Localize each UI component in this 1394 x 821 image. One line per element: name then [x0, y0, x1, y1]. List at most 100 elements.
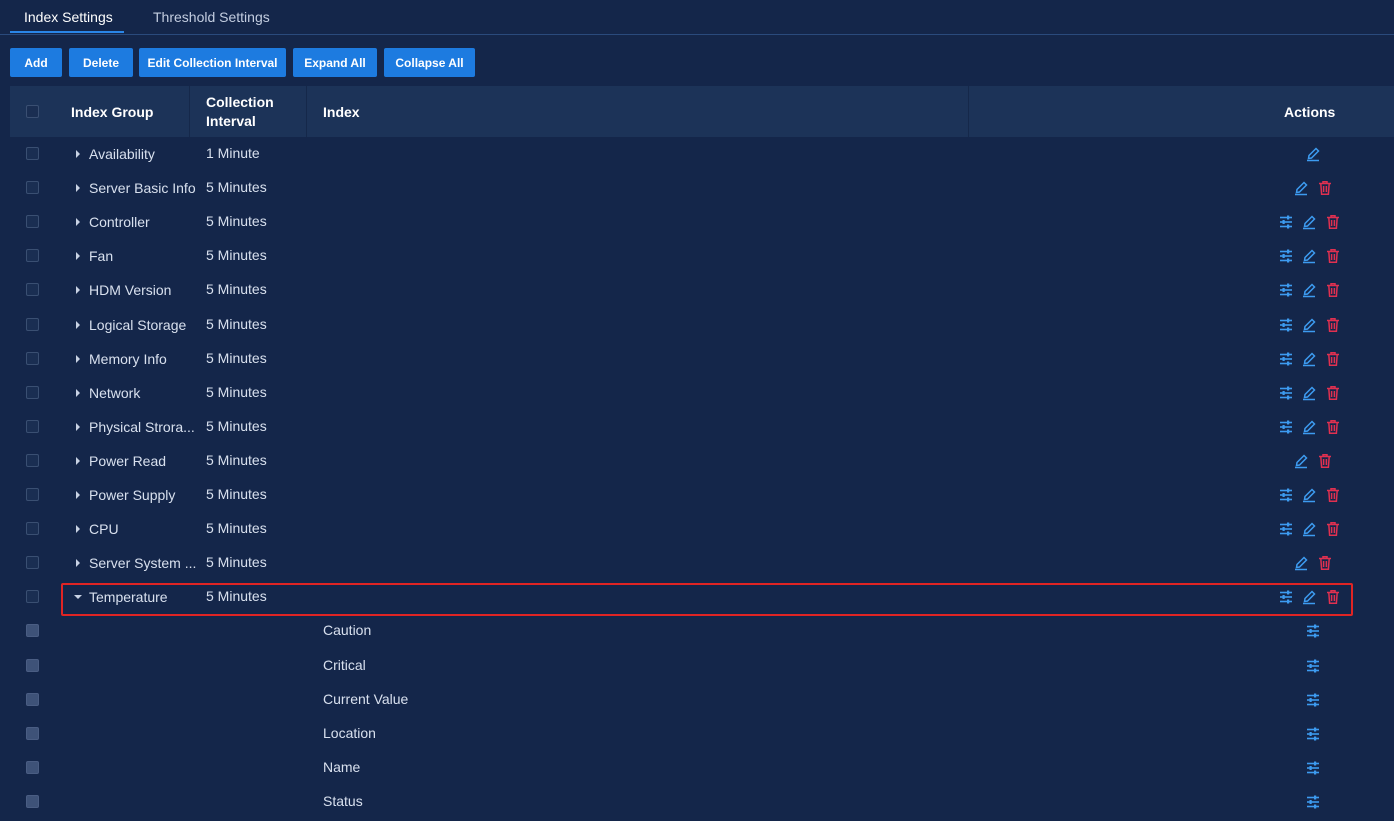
settings-sliders-icon[interactable] — [1278, 248, 1294, 264]
table-row[interactable]: Logical Storage 5 Minutes — [10, 308, 1394, 342]
delete-trash-icon[interactable] — [1325, 214, 1341, 230]
settings-sliders-icon[interactable] — [1305, 760, 1321, 776]
row-checkbox[interactable] — [26, 385, 39, 399]
delete-trash-icon[interactable] — [1317, 180, 1333, 196]
row-checkbox[interactable] — [26, 794, 39, 808]
table-row[interactable]: Network 5 Minutes — [10, 376, 1394, 410]
delete-trash-icon[interactable] — [1325, 282, 1341, 298]
edit-pencil-icon[interactable] — [1305, 146, 1321, 162]
edit-pencil-icon[interactable] — [1301, 385, 1317, 401]
child-index-row[interactable]: Name — [10, 751, 1394, 785]
row-checkbox[interactable] — [26, 658, 39, 672]
row-checkbox[interactable] — [26, 317, 39, 331]
settings-sliders-icon[interactable] — [1278, 419, 1294, 435]
expand-caret-icon[interactable] — [76, 252, 80, 261]
table-row[interactable]: Availability 1 Minute — [10, 137, 1394, 171]
expand-caret-icon[interactable] — [76, 218, 80, 227]
settings-sliders-icon[interactable] — [1278, 589, 1294, 605]
settings-sliders-icon[interactable] — [1278, 385, 1294, 401]
settings-sliders-icon[interactable] — [1305, 794, 1321, 810]
collapse-all-button[interactable]: Collapse All — [384, 48, 475, 77]
edit-collection-interval-button[interactable]: Edit Collection Interval — [139, 48, 286, 77]
expand-all-button[interactable]: Expand All — [293, 48, 377, 77]
settings-sliders-icon[interactable] — [1305, 658, 1321, 674]
delete-trash-icon[interactable] — [1325, 385, 1341, 401]
settings-sliders-icon[interactable] — [1278, 521, 1294, 537]
edit-pencil-icon[interactable] — [1301, 317, 1317, 333]
delete-trash-icon[interactable] — [1317, 555, 1333, 571]
row-checkbox[interactable] — [26, 419, 39, 433]
table-row[interactable]: Power Supply 5 Minutes — [10, 478, 1394, 512]
edit-pencil-icon[interactable] — [1293, 180, 1309, 196]
table-row[interactable]: Fan 5 Minutes — [10, 239, 1394, 273]
tab-index-settings[interactable]: Index Settings — [24, 9, 113, 25]
settings-sliders-icon[interactable] — [1305, 726, 1321, 742]
table-row[interactable]: CPU 5 Minutes — [10, 512, 1394, 546]
settings-sliders-icon[interactable] — [1278, 487, 1294, 503]
table-row[interactable]: Server Basic Info 5 Minutes — [10, 171, 1394, 205]
settings-sliders-icon[interactable] — [1278, 282, 1294, 298]
child-index-row[interactable]: Status — [10, 785, 1394, 819]
delete-trash-icon[interactable] — [1325, 419, 1341, 435]
select-all-checkbox[interactable] — [26, 105, 39, 118]
child-index-row[interactable]: Critical — [10, 649, 1394, 683]
tab-threshold-settings[interactable]: Threshold Settings — [153, 9, 270, 25]
edit-pencil-icon[interactable] — [1301, 248, 1317, 264]
edit-pencil-icon[interactable] — [1301, 419, 1317, 435]
delete-button[interactable]: Delete — [69, 48, 133, 77]
edit-pencil-icon[interactable] — [1301, 521, 1317, 537]
child-index-row[interactable]: Caution — [10, 614, 1394, 648]
delete-trash-icon[interactable] — [1325, 317, 1341, 333]
child-index-row[interactable]: Location — [10, 717, 1394, 751]
row-checkbox[interactable] — [26, 726, 39, 740]
add-button[interactable]: Add — [10, 48, 62, 77]
edit-pencil-icon[interactable] — [1301, 282, 1317, 298]
table-row[interactable]: Physical Strora... 5 Minutes — [10, 410, 1394, 444]
delete-trash-icon[interactable] — [1325, 521, 1341, 537]
expand-caret-icon[interactable] — [76, 354, 80, 363]
edit-pencil-icon[interactable] — [1293, 555, 1309, 571]
column-header-index[interactable]: Index — [323, 86, 360, 137]
expand-caret-icon[interactable] — [76, 456, 80, 465]
delete-trash-icon[interactable] — [1325, 248, 1341, 264]
table-row[interactable]: Memory Info 5 Minutes — [10, 342, 1394, 376]
table-row[interactable]: Power Read 5 Minutes — [10, 444, 1394, 478]
table-row[interactable]: Server System ... 5 Minutes — [10, 546, 1394, 580]
delete-trash-icon[interactable] — [1325, 351, 1341, 367]
row-checkbox[interactable] — [26, 624, 39, 638]
delete-trash-icon[interactable] — [1325, 487, 1341, 503]
row-checkbox[interactable] — [26, 147, 39, 160]
row-checkbox[interactable] — [26, 590, 39, 604]
row-checkbox[interactable] — [26, 488, 39, 501]
row-checkbox[interactable] — [26, 181, 39, 195]
column-header-index-group[interactable]: Index Group — [71, 86, 153, 137]
expand-caret-icon[interactable] — [76, 388, 80, 397]
edit-pencil-icon[interactable] — [1301, 589, 1317, 605]
row-checkbox[interactable] — [26, 351, 39, 365]
settings-sliders-icon[interactable] — [1278, 317, 1294, 333]
edit-pencil-icon[interactable] — [1293, 453, 1309, 469]
settings-sliders-icon[interactable] — [1305, 623, 1321, 639]
child-index-row[interactable]: Current Value — [10, 683, 1394, 717]
expand-caret-icon[interactable] — [76, 320, 80, 329]
expand-caret-icon[interactable] — [76, 184, 80, 193]
row-checkbox[interactable] — [26, 283, 39, 297]
row-checkbox[interactable] — [26, 556, 39, 570]
delete-trash-icon[interactable] — [1325, 589, 1341, 605]
row-checkbox[interactable] — [26, 249, 39, 263]
expand-caret-icon[interactable] — [76, 559, 80, 568]
table-row[interactable]: Temperature 5 Minutes — [10, 580, 1394, 614]
expand-caret-icon[interactable] — [76, 286, 80, 295]
delete-trash-icon[interactable] — [1317, 453, 1333, 469]
expand-caret-icon[interactable] — [76, 150, 80, 158]
expand-caret-icon[interactable] — [76, 422, 80, 431]
edit-pencil-icon[interactable] — [1301, 214, 1317, 230]
settings-sliders-icon[interactable] — [1305, 692, 1321, 708]
expand-caret-icon[interactable] — [76, 491, 80, 499]
settings-sliders-icon[interactable] — [1278, 214, 1294, 230]
settings-sliders-icon[interactable] — [1278, 351, 1294, 367]
expand-caret-icon[interactable] — [76, 525, 80, 534]
edit-pencil-icon[interactable] — [1301, 487, 1317, 503]
row-checkbox[interactable] — [26, 522, 39, 536]
table-row[interactable]: Controller 5 Minutes — [10, 205, 1394, 239]
